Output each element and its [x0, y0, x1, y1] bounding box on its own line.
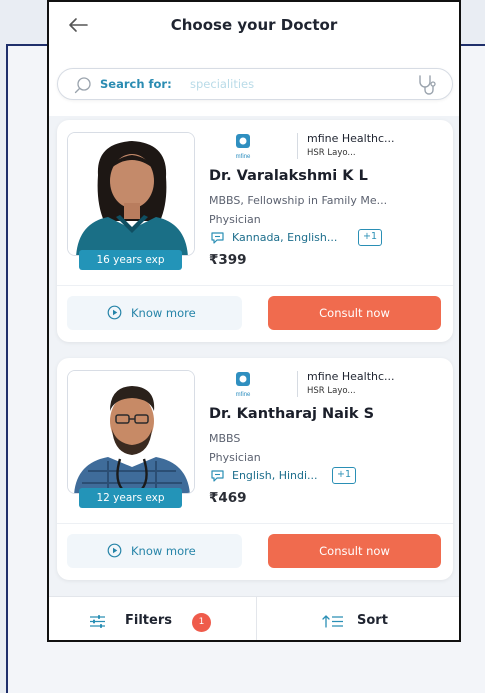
- filters-count-badge: 1: [192, 613, 211, 632]
- experience-badge: 12 years exp: [79, 488, 182, 508]
- filters-button[interactable]: Filters 1: [49, 597, 256, 640]
- consult-price: ₹469: [209, 490, 247, 506]
- more-languages-badge[interactable]: +1: [358, 229, 383, 246]
- card-divider: [57, 523, 453, 524]
- clinic-location: HSR Layo...: [307, 386, 356, 396]
- play-circle-icon: [107, 305, 122, 320]
- clinic-logo-text: mfine: [236, 154, 251, 160]
- search-icon: [74, 77, 91, 94]
- clinic-location: HSR Layo...: [307, 148, 356, 158]
- clinic-divider: [297, 133, 298, 159]
- clinic-divider: [297, 371, 298, 397]
- know-more-label: Know more: [131, 306, 196, 320]
- bottom-action-bar: Filters 1 Sort: [49, 596, 459, 640]
- doctor-photo: [67, 370, 195, 494]
- know-more-button[interactable]: Know more: [67, 534, 242, 568]
- doctor-name: Dr. Varalakshmi K L: [209, 168, 368, 184]
- stethoscope-icon: [419, 75, 436, 95]
- doctor-qualification: MBBS: [209, 432, 241, 445]
- clinic-logo: mfine: [236, 372, 251, 398]
- phone-screen: Choose your Doctor Search for: specialit…: [47, 0, 461, 642]
- doctor-languages: Kannada, English...: [232, 231, 338, 244]
- clinic-name: mfine Healthc...: [307, 132, 395, 145]
- page-title: Choose your Doctor: [170, 16, 338, 34]
- doctor-specialty: Physician: [209, 451, 261, 464]
- doctor-languages: English, Hindi...: [232, 469, 318, 482]
- play-circle-icon: [107, 543, 122, 558]
- know-more-button[interactable]: Know more: [67, 296, 242, 330]
- doctor-photo: [67, 132, 195, 256]
- language-chat-icon: [211, 470, 224, 482]
- know-more-label: Know more: [131, 544, 196, 558]
- sort-icon: [322, 615, 343, 628]
- clinic-logo: mfine: [236, 134, 251, 160]
- doctor-card[interactable]: 12 years exp mfine mfine Healthc... HSR …: [57, 358, 453, 580]
- app-header: Choose your Doctor: [49, 2, 459, 52]
- doctor-qualification: MBBS, Fellowship in Family Me...: [209, 194, 388, 207]
- clinic-logo-text: mfine: [236, 392, 251, 398]
- search-placeholder: specialities: [190, 77, 255, 91]
- clinic-name: mfine Healthc...: [307, 370, 395, 383]
- more-languages-badge[interactable]: +1: [332, 467, 357, 484]
- doctor-card[interactable]: 16 years exp mfine mfine Healthc... HSR …: [57, 120, 453, 342]
- doctor-specialty: Physician: [209, 213, 261, 226]
- consult-now-button[interactable]: Consult now: [268, 534, 441, 568]
- consult-now-button[interactable]: Consult now: [268, 296, 441, 330]
- search-input[interactable]: Search for: specialities: [57, 68, 453, 100]
- consult-price: ₹399: [209, 252, 247, 268]
- card-divider: [57, 285, 453, 286]
- filters-label: Filters: [125, 613, 172, 628]
- sort-label: Sort: [357, 613, 388, 628]
- experience-badge: 16 years exp: [79, 250, 182, 270]
- sort-button[interactable]: Sort: [257, 597, 459, 640]
- search-prefix-label: Search for:: [100, 77, 172, 91]
- filter-sliders-icon: [90, 615, 105, 628]
- search-section: Search for: specialities: [49, 52, 459, 116]
- language-chat-icon: [211, 232, 224, 244]
- doctor-name: Dr. Kantharaj Naik S: [209, 406, 375, 422]
